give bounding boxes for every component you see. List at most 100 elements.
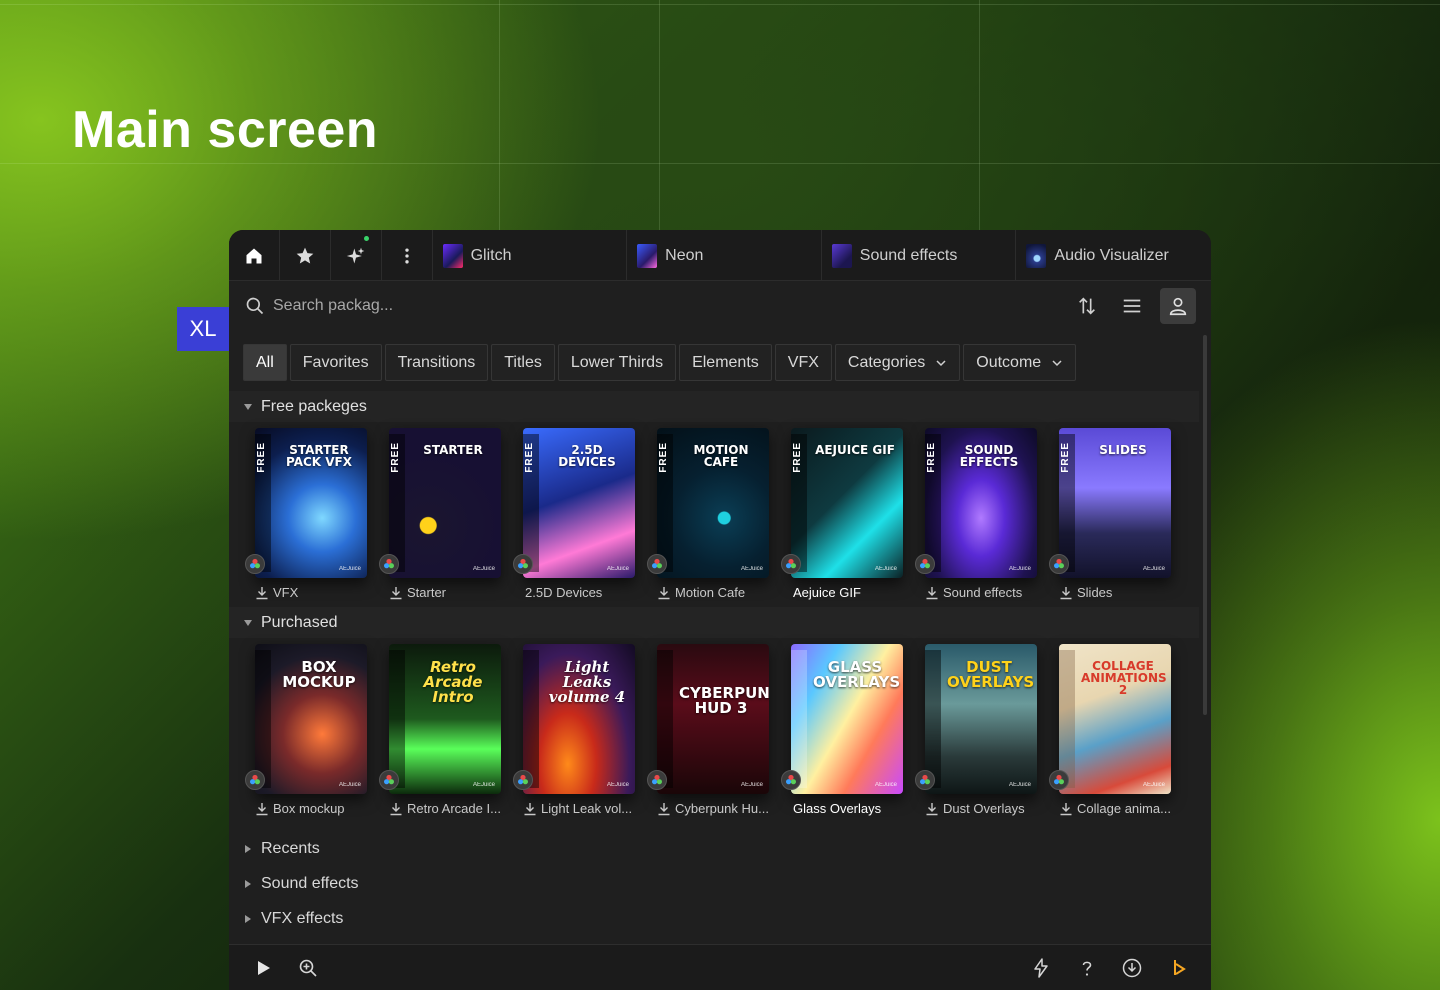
caret-down-icon <box>244 403 252 410</box>
outcome-label: Outcome <box>976 353 1042 371</box>
package-card-2-5d-devices[interactable]: FREE 2.5D DEVICES AEJuice 2.5D Devices <box>511 428 645 608</box>
favorites-button[interactable] <box>280 230 331 281</box>
account-button[interactable] <box>1160 288 1196 324</box>
categories-label: Categories <box>847 353 926 371</box>
package-box: Light Leaks volume 4 AEJuice <box>523 644 635 794</box>
davinci-resolve-icon <box>781 770 801 790</box>
package-card-dust-overlays[interactable]: DUST OVERLAYS AEJuice Dust Overlays <box>913 644 1047 824</box>
package-box: GLASS OVERLAYS AEJuice <box>791 644 903 794</box>
package-card-retro-arcade[interactable]: Retro Arcade Intro AEJuice Retro Arcade … <box>377 644 511 824</box>
tab-neon[interactable]: Neon <box>627 230 822 281</box>
caret-down-icon <box>244 619 252 626</box>
box-spine <box>791 650 807 788</box>
purchased-packages-grid: BOX MOCKUP AEJuice Box mockup Retro Arca… <box>243 644 1181 824</box>
brand-label: AEJuice <box>740 782 763 788</box>
tab-label: Sound effects <box>859 246 958 264</box>
download-button[interactable] <box>1119 955 1145 981</box>
davinci-resolve-icon <box>513 770 533 790</box>
list-view-button[interactable] <box>1114 288 1150 324</box>
brand-label: AEJuice <box>606 782 629 788</box>
free-badge: FREE <box>256 442 267 473</box>
package-label: Light Leak vol... <box>523 801 645 816</box>
download-icon <box>926 586 938 599</box>
search-input[interactable] <box>273 293 573 319</box>
download-circle-icon <box>1122 958 1142 978</box>
size-badge[interactable]: XL <box>177 307 229 351</box>
package-card-slides[interactable]: FREE SLIDES AEJuice Slides <box>1047 428 1181 608</box>
package-card-collage-animations[interactable]: COLLAGE ANIMATIONS 2 AEJuice Collage ani… <box>1047 644 1181 824</box>
section-vfx-effects-header[interactable]: VFX effects <box>229 905 343 933</box>
aejuice-button[interactable] <box>1165 955 1191 981</box>
free-badge: FREE <box>926 442 937 473</box>
grid-line <box>979 0 980 230</box>
brand-label: AEJuice <box>1142 782 1165 788</box>
section-title: Recents <box>261 840 320 857</box>
filter-transitions[interactable]: Transitions <box>384 344 489 381</box>
section-sound-effects-header[interactable]: Sound effects <box>229 870 359 898</box>
package-box: CYBERPUNK HUD 3 AEJuice <box>657 644 769 794</box>
package-box: DUST OVERLAYS AEJuice <box>925 644 1037 794</box>
outcome-dropdown[interactable]: Outcome <box>963 344 1077 381</box>
package-box: FREE STARTER AEJuice <box>389 428 501 578</box>
tab-audio-visualizer[interactable]: Audio Visualizer <box>1016 230 1211 281</box>
brand-label: AEJuice <box>874 782 897 788</box>
neon-thumbnail <box>637 243 658 268</box>
package-label: Slides <box>1059 585 1181 600</box>
box-title: Light Leaks volume 4 <box>548 658 626 706</box>
home-button[interactable] <box>229 230 280 281</box>
davinci-resolve-icon <box>915 770 935 790</box>
tab-glitch[interactable]: Glitch <box>433 230 628 281</box>
lightning-button[interactable] <box>1028 955 1054 981</box>
package-card-light-leak[interactable]: Light Leaks volume 4 AEJuice Light Leak … <box>511 644 645 824</box>
brand-label: AEJuice <box>874 566 897 572</box>
package-box: FREE SLIDES AEJuice <box>1059 428 1171 578</box>
categories-dropdown[interactable]: Categories <box>834 344 961 381</box>
filter-lower-thirds[interactable]: Lower Thirds <box>557 344 677 381</box>
package-card-starter[interactable]: FREE STARTER AEJuice Starter <box>377 428 511 608</box>
box-title: GLASS OVERLAYS <box>813 658 901 691</box>
filter-all[interactable]: All <box>243 344 287 381</box>
zoom-in-button[interactable] <box>295 955 321 981</box>
package-card-motion-cafe[interactable]: FREE MOTION CAFE AEJuice Motion Cafe <box>645 428 779 608</box>
filter-titles[interactable]: Titles <box>491 344 555 381</box>
section-free-header[interactable]: Free packeges <box>229 391 1199 422</box>
caret-right-icon <box>245 880 251 888</box>
scrollbar[interactable] <box>1203 335 1207 715</box>
ai-button[interactable] <box>331 230 382 281</box>
help-button[interactable] <box>1074 955 1100 981</box>
section-title: Sound effects <box>261 875 359 892</box>
download-icon <box>658 586 670 599</box>
package-label: Cyberpunk Hu... <box>657 801 779 816</box>
play-button[interactable] <box>250 955 276 981</box>
tab-sound-effects[interactable]: Sound effects <box>822 230 1017 281</box>
package-card-vfx[interactable]: FREE STARTER PACK VFX AEJuice VFX <box>243 428 377 608</box>
more-button[interactable] <box>382 230 433 281</box>
package-label: Motion Cafe <box>657 585 779 600</box>
package-card-cyberpunk-hud[interactable]: CYBERPUNK HUD 3 AEJuice Cyberpunk Hu... <box>645 644 779 824</box>
davinci-resolve-icon <box>1049 554 1069 574</box>
aejuice-logo-icon <box>1174 960 1186 975</box>
package-label: 2.5D Devices <box>525 585 603 600</box>
davinci-resolve-icon <box>245 770 265 790</box>
filter-vfx[interactable]: VFX <box>774 344 832 381</box>
davinci-resolve-icon <box>379 770 399 790</box>
package-card-sound-effects[interactable]: FREE SOUND EFFECTS AEJuice Sound effects <box>913 428 1047 608</box>
download-icon <box>390 802 402 815</box>
grid-line <box>0 4 1440 5</box>
package-card-glass-overlays[interactable]: GLASS OVERLAYS AEJuice Glass Overlays <box>779 644 913 824</box>
filter-elements[interactable]: Elements <box>679 344 772 381</box>
section-purchased-header[interactable]: Purchased <box>229 607 1199 638</box>
section-recents-header[interactable]: Recents <box>229 835 320 863</box>
box-title: 2.5D DEVICES <box>558 443 616 469</box>
package-label: VFX <box>255 585 377 600</box>
home-icon <box>246 248 262 263</box>
filter-favorites[interactable]: Favorites <box>289 344 382 381</box>
sound-effects-thumbnail <box>831 243 852 268</box>
package-card-aejuice-gif[interactable]: FREE AEJUICE GIF AEJuice Aejuice GIF <box>779 428 913 608</box>
davinci-resolve-icon <box>1049 770 1069 790</box>
davinci-resolve-icon <box>513 554 533 574</box>
sort-button[interactable] <box>1069 288 1105 324</box>
package-card-box-mockup[interactable]: BOX MOCKUP AEJuice Box mockup <box>243 644 377 824</box>
section-title: VFX effects <box>261 910 344 927</box>
brand-label: AEJuice <box>606 566 629 572</box>
